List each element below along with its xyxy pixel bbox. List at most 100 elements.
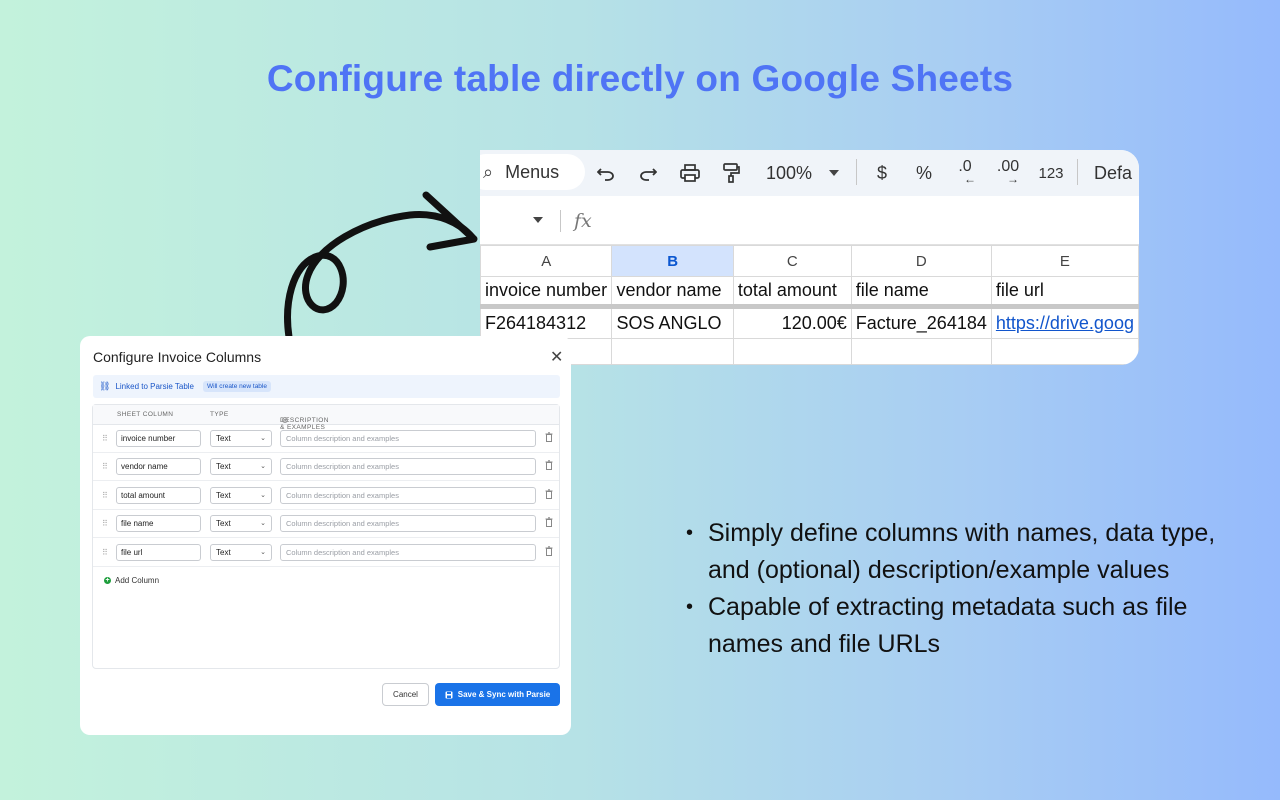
column-name-input[interactable]: invoice number xyxy=(116,430,201,447)
type-value: Text xyxy=(216,462,231,471)
paint-format-icon[interactable] xyxy=(719,160,743,186)
configure-columns-dialog: Configure Invoice Columns ✕ ⛓ Linked to … xyxy=(80,336,571,735)
column-header-e[interactable]: E xyxy=(990,245,1139,277)
column-header-a[interactable]: A xyxy=(480,245,613,277)
column-header-b[interactable]: B xyxy=(611,245,734,277)
description-input[interactable]: Column description and examples xyxy=(280,458,536,475)
page-headline: Configure table directly on Google Sheet… xyxy=(266,58,1014,99)
trash-icon[interactable] xyxy=(545,546,553,556)
type-select[interactable]: Text ⌄ xyxy=(210,515,272,532)
toolbar-divider xyxy=(1077,159,1078,185)
add-column-label: Add Column xyxy=(115,576,160,585)
description-input[interactable]: Column description and examples xyxy=(280,544,536,561)
type-select[interactable]: Text ⌄ xyxy=(210,487,272,504)
percent-format-button[interactable]: % xyxy=(914,160,934,186)
columns-table-header: SHEET COLUMN TYPE DESCRIPTION & EXAMPLES… xyxy=(93,405,559,431)
arrow-left-icon: ← xyxy=(964,172,976,186)
formula-divider xyxy=(560,210,561,232)
arrow-right-icon: → xyxy=(1007,172,1019,186)
column-name-input[interactable]: vendor name xyxy=(116,458,201,475)
cell[interactable] xyxy=(732,338,852,365)
spreadsheet-grid: A B C D E invoice number vendor name tot… xyxy=(480,245,1139,365)
cell[interactable]: vendor name xyxy=(611,276,734,309)
column-name-input[interactable]: total amount xyxy=(116,487,201,504)
trash-icon[interactable] xyxy=(545,517,553,527)
save-label: Save & Sync with Parsie xyxy=(457,690,551,699)
trash-icon[interactable] xyxy=(545,489,553,499)
fx-icon: fx xyxy=(574,210,592,232)
status-badge: Will create new table xyxy=(203,381,271,392)
increase-decimal-button[interactable]: .00 → xyxy=(992,159,1024,186)
add-column-button[interactable]: + Add Column xyxy=(104,576,159,585)
type-select[interactable]: Text ⌄ xyxy=(210,430,272,447)
currency-format-button[interactable]: $ xyxy=(872,160,892,186)
cell[interactable]: total amount xyxy=(732,276,852,309)
drag-handle-icon[interactable]: ⠿ xyxy=(102,491,108,500)
undo-icon[interactable] xyxy=(594,160,618,186)
column-row: ⠿ file url Text ⌄ Column description and … xyxy=(93,539,559,567)
chevron-down-icon: ⌄ xyxy=(260,463,266,470)
type-select[interactable]: Text ⌄ xyxy=(210,458,272,475)
trash-icon[interactable] xyxy=(545,460,553,470)
cell[interactable]: invoice number xyxy=(480,276,613,309)
column-row: ⠿ file name Text ⌄ Column description and… xyxy=(93,510,559,538)
link-icon: ⛓ xyxy=(99,381,111,391)
cell[interactable]: Facture_264184 xyxy=(850,306,992,339)
cell[interactable] xyxy=(990,338,1139,365)
cancel-button[interactable]: Cancel xyxy=(382,683,429,706)
cell[interactable]: SOS ANGLO xyxy=(611,306,734,339)
curved-arrow-icon xyxy=(284,191,478,341)
feature-text: Capable of extracting metadata such as f… xyxy=(708,593,1188,658)
drag-handle-icon[interactable]: ⠿ xyxy=(102,519,108,528)
cell[interactable]: 120.00€ xyxy=(732,306,852,339)
type-select[interactable]: Text ⌄ xyxy=(210,544,272,561)
feature-item: • Simply define columns with names, data… xyxy=(686,515,1246,589)
columns-table: SHEET COLUMN TYPE DESCRIPTION & EXAMPLES… xyxy=(92,404,560,669)
cell[interactable]: file name xyxy=(850,276,992,309)
trash-icon[interactable] xyxy=(545,432,553,442)
zoom-dropdown-icon[interactable] xyxy=(824,160,844,186)
column-name-input[interactable]: file url xyxy=(116,544,201,561)
font-family-select[interactable]: Defa xyxy=(1094,160,1138,186)
search-icon: ⌕ xyxy=(483,161,494,182)
type-value: Text xyxy=(216,491,231,500)
plus-icon: + xyxy=(104,577,111,584)
cell[interactable] xyxy=(850,338,992,365)
column-letter-row: A B C D E xyxy=(480,245,1139,277)
sheets-screenshot: ⌕ Menus 100% $ % .0 ← .00 → 123 Defa fx … xyxy=(480,150,1139,365)
cell[interactable]: F264184312 xyxy=(480,306,613,339)
number-format-button[interactable]: 123 xyxy=(1034,160,1068,186)
name-box-dropdown-icon[interactable] xyxy=(532,216,544,224)
chevron-down-icon: ⌄ xyxy=(260,520,266,527)
zoom-value[interactable]: 100% xyxy=(760,160,818,186)
description-input[interactable]: Column description and examples xyxy=(280,515,536,532)
decrease-decimal-button[interactable]: .0 ← xyxy=(952,159,978,186)
drag-handle-icon[interactable]: ⠿ xyxy=(102,548,108,557)
column-row: ⠿ invoice number Text ⌄ Column descriptio… xyxy=(93,425,559,453)
description-input[interactable]: Column description and examples xyxy=(280,430,536,447)
chevron-down-icon: ⌄ xyxy=(260,549,266,556)
cell[interactable]: file url xyxy=(990,276,1139,309)
save-sync-button[interactable]: Save & Sync with Parsie xyxy=(435,683,560,706)
toolbar-divider xyxy=(856,159,857,185)
linked-label: Linked to Parsie Table xyxy=(115,382,195,391)
redo-icon[interactable] xyxy=(636,160,660,186)
help-icon[interactable]: ? xyxy=(282,417,288,423)
header-type: TYPE xyxy=(210,411,229,418)
header-row: invoice number vendor name total amount … xyxy=(480,276,1139,309)
column-name-input[interactable]: file name xyxy=(116,515,201,532)
menus-search[interactable]: ⌕ Menus xyxy=(480,154,585,190)
print-icon[interactable] xyxy=(677,160,703,186)
file-url-link[interactable]: https://drive.goog xyxy=(990,306,1139,339)
feature-text: Simply define columns with names, data t… xyxy=(708,519,1216,584)
drag-handle-icon[interactable]: ⠿ xyxy=(102,434,108,443)
column-row: ⠿ total amount Text ⌄ Column description … xyxy=(93,482,559,510)
close-icon[interactable]: ✕ xyxy=(550,347,563,367)
type-value: Text xyxy=(216,434,231,443)
column-header-c[interactable]: C xyxy=(732,245,852,277)
column-header-d[interactable]: D xyxy=(850,245,992,277)
cell[interactable] xyxy=(611,338,734,365)
formula-bar: fx xyxy=(480,196,1139,245)
drag-handle-icon[interactable]: ⠿ xyxy=(102,462,108,471)
description-input[interactable]: Column description and examples xyxy=(280,487,536,504)
